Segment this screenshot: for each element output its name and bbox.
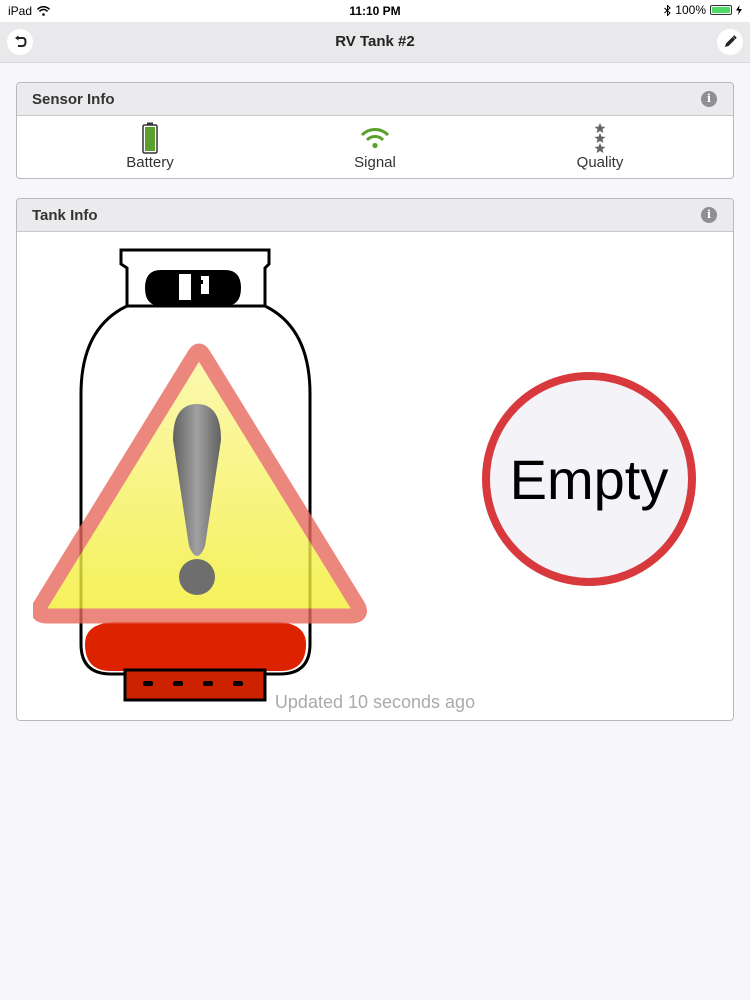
pencil-icon: [725, 35, 737, 47]
edit-button[interactable]: [717, 29, 743, 55]
status-right: 100%: [664, 3, 742, 17]
nav-bar: RV Tank #2: [0, 22, 750, 63]
sensor-label-quality: Quality: [576, 154, 624, 171]
tank-info-body: Empty Updated 10 seconds ago: [17, 232, 733, 720]
sensor-battery: Battery: [50, 116, 250, 178]
sensor-info-header: Sensor Info i: [17, 83, 733, 116]
bluetooth-icon: [664, 4, 672, 16]
page-title: RV Tank #2: [335, 33, 415, 50]
sensor-label-battery: Battery: [126, 154, 174, 171]
battery-percent: 100%: [675, 3, 706, 17]
tank-info-title: Tank Info: [32, 207, 98, 224]
sensor-signal: Signal: [275, 116, 475, 178]
stars-icon: [594, 123, 606, 153]
wifi-signal-icon: [360, 128, 390, 149]
propane-tank-illustration: [33, 248, 367, 702]
tank-level-text: Empty: [509, 447, 669, 511]
sensor-info-body: Battery Signal Quality: [17, 116, 733, 178]
sensor-info-title: Sensor Info: [32, 91, 115, 108]
tank-handle: [145, 270, 241, 306]
sensor-info-panel: Sensor Info i Battery Signal Quality: [16, 82, 734, 179]
charging-icon: [736, 5, 742, 15]
sensor-label-signal: Signal: [354, 154, 396, 171]
tank-level-gauge: Empty: [482, 372, 696, 586]
battery-icon: [710, 5, 732, 15]
sensor-quality: Quality: [500, 116, 700, 178]
battery-icon: [142, 122, 158, 154]
info-icon[interactable]: i: [701, 207, 717, 223]
status-bar: iPad 11:10 PM 100%: [0, 0, 750, 22]
tank-liquid: [85, 622, 306, 671]
tank-info-panel: Tank Info i Empty Updated 10 seconds ago: [16, 198, 734, 721]
status-time: 11:10 PM: [349, 4, 401, 18]
updated-timestamp: Updated 10 seconds ago: [274, 692, 476, 712]
info-icon[interactable]: i: [701, 91, 717, 107]
tank-info-header: Tank Info i: [17, 199, 733, 232]
